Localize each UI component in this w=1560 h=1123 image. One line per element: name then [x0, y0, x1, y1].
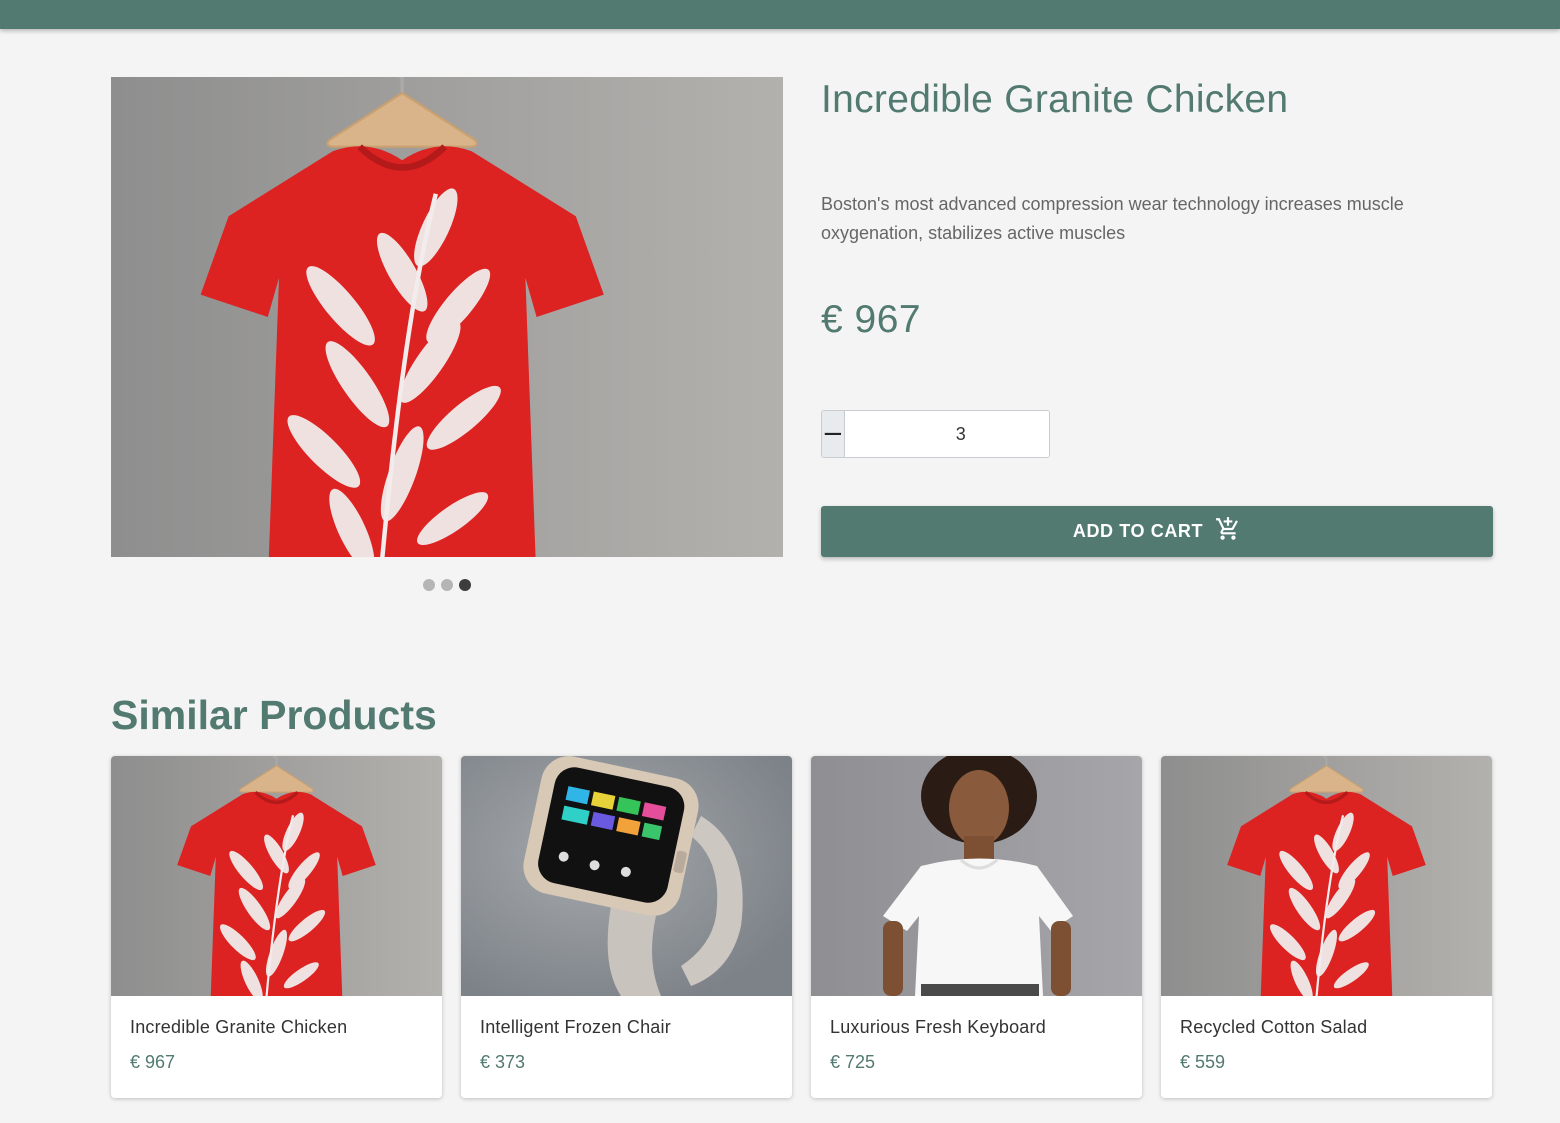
decrement-button[interactable]: −: [822, 411, 845, 457]
product-card[interactable]: Intelligent Frozen Chair € 373: [461, 756, 792, 1098]
product-card-name: Recycled Cotton Salad: [1180, 1017, 1368, 1037]
product-card-image: [461, 756, 792, 996]
product-card[interactable]: Incredible Granite Chicken € 967: [111, 756, 442, 1098]
product-card-price: € 725: [830, 1052, 876, 1072]
carousel-dot-1[interactable]: [423, 579, 435, 591]
red-tshirt-image: [1225, 756, 1428, 996]
quantity-input[interactable]: [844, 411, 1049, 457]
product-card[interactable]: Luxurious Fresh Keyboard € 725: [811, 756, 1142, 1098]
top-app-bar: [0, 0, 1560, 29]
add-to-cart-button[interactable]: ADD TO CART: [821, 506, 1493, 557]
product-card-image: [811, 756, 1142, 996]
product-card-name: Intelligent Frozen Chair: [480, 1017, 671, 1037]
product-card-price: € 559: [1180, 1052, 1226, 1072]
product-card-name: Luxurious Fresh Keyboard: [830, 1017, 1046, 1037]
add-to-cart-label: ADD TO CART: [1072, 521, 1204, 541]
similar-products-list: Incredible Granite Chicken € 967 Intelli…: [111, 756, 1493, 1098]
add-shopping-cart-icon: [1215, 516, 1241, 547]
product-card-image: [1161, 756, 1492, 996]
product-card-price: € 373: [480, 1052, 526, 1072]
product-card-price: € 967: [130, 1052, 176, 1072]
product-card[interactable]: Recycled Cotton Salad € 559: [1161, 756, 1492, 1098]
product-card-name: Incredible Granite Chicken: [130, 1017, 348, 1037]
red-tshirt-image: [111, 77, 783, 557]
product-card-image: [111, 756, 442, 996]
smartwatch-image: [523, 756, 743, 996]
woman-white-tshirt-image: [883, 756, 1073, 996]
quantity-stepper: − +: [821, 410, 1050, 458]
similar-products-heading: Similar Products: [111, 692, 437, 738]
product-price: € 967: [821, 298, 922, 341]
carousel-indicators: [423, 579, 471, 591]
red-tshirt-image: [175, 756, 378, 996]
product-main-image: [111, 77, 783, 557]
carousel-dot-3[interactable]: [459, 579, 471, 591]
carousel-dot-2[interactable]: [441, 579, 453, 591]
product-title: Incredible Granite Chicken: [821, 78, 1289, 121]
product-description: Boston's most advanced compression wear …: [821, 194, 1404, 243]
